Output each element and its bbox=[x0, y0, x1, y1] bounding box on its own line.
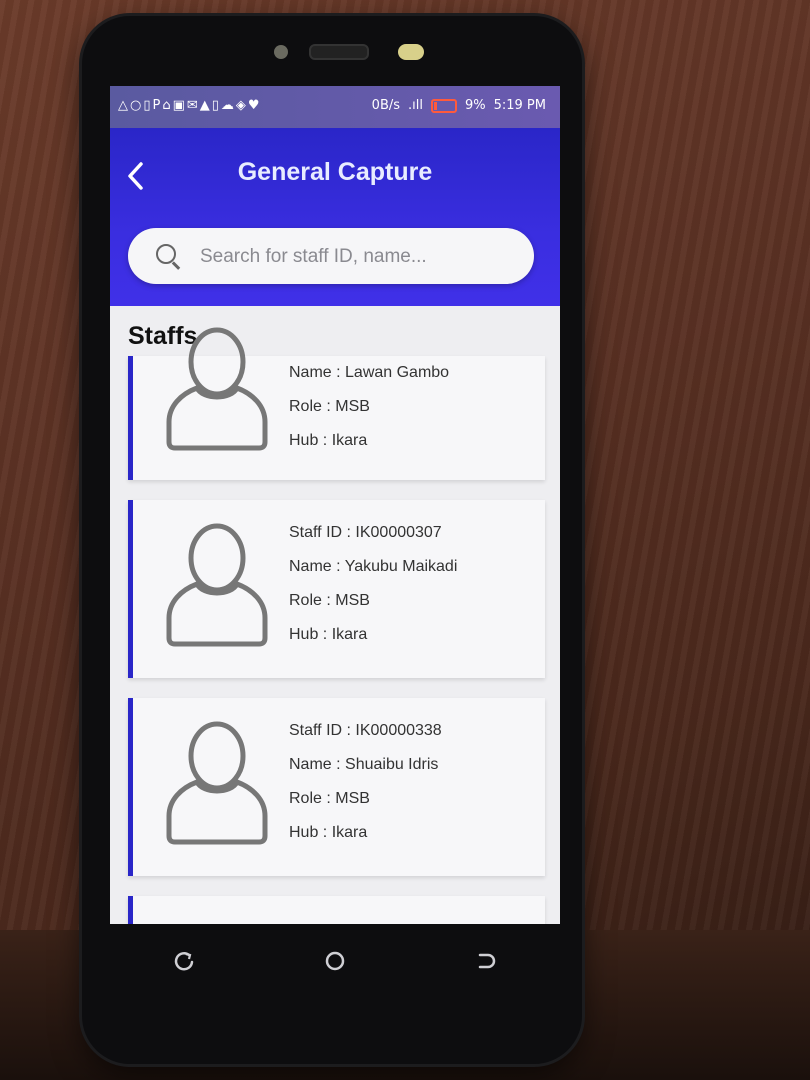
page-title: General Capture bbox=[237, 158, 433, 186]
battery-icon bbox=[430, 98, 457, 113]
recent-apps-icon bbox=[174, 952, 194, 971]
clock: 5:19 PM bbox=[493, 98, 546, 113]
staff-role: Role : MSB bbox=[289, 398, 370, 415]
home-button[interactable] bbox=[315, 941, 355, 981]
staff-name: Name : Shuaibu Idris bbox=[289, 756, 439, 773]
search-input[interactable] bbox=[198, 242, 522, 272]
signal-icon: .ıll bbox=[408, 98, 423, 113]
system-nav-bar bbox=[110, 924, 560, 998]
phone-top-bezel bbox=[82, 16, 582, 86]
battery-level: 9% bbox=[464, 98, 486, 113]
staff-list-area: Staffs Name : Lawan Gambo Role : MSB Hub… bbox=[110, 306, 560, 924]
staff-id: Staff ID : IK00000338 bbox=[289, 722, 442, 739]
staff-card[interactable]: Staff ID : IK00000307 Name : Yakubu Maik… bbox=[128, 500, 545, 678]
staff-hub: Hub : Ikara bbox=[289, 824, 368, 841]
earpiece-speaker bbox=[309, 44, 369, 60]
data-rate: 0B/s bbox=[371, 98, 401, 113]
staff-role: Role : MSB bbox=[289, 592, 370, 609]
staff-name: Name : Lawan Gambo bbox=[289, 364, 450, 381]
avatar-icon bbox=[166, 721, 268, 845]
home-icon bbox=[325, 951, 345, 971]
staff-hub: Hub : Ikara bbox=[289, 626, 368, 643]
staff-info: Staff ID : IK00000338 Name : Shuaibu Idr… bbox=[289, 714, 442, 850]
system-back-button[interactable] bbox=[465, 941, 505, 981]
front-camera-icon bbox=[274, 45, 288, 59]
staff-id: Staff ID : IK00000307 bbox=[289, 524, 442, 541]
staff-role: Role : MSB bbox=[289, 790, 370, 807]
staff-card[interactable]: Name : Lawan Gambo Role : MSB Hub : Ikar… bbox=[128, 327, 545, 480]
search-icon bbox=[156, 244, 176, 264]
avatar-icon bbox=[166, 523, 268, 647]
search-bar[interactable] bbox=[128, 228, 534, 284]
staff-info: Name : Lawan Gambo Role : MSB Hub : Ikar… bbox=[289, 356, 449, 458]
status-right: 0B/s .ıll 9% 5:19 PM bbox=[372, 98, 546, 113]
front-flash-icon bbox=[398, 44, 424, 60]
phone-screen: △○▯P⌂▣✉▲▯☁◈♥ 0B/s .ıll 9% 5:19 PM Genera… bbox=[110, 86, 560, 924]
staff-card[interactable]: Staff ID : IK00000338 Name : Shuaibu Idr… bbox=[128, 698, 545, 876]
staff-name: Name : Yakubu Maikadi bbox=[289, 558, 458, 575]
staff-info: Staff ID : IK00000307 Name : Yakubu Maik… bbox=[289, 516, 457, 652]
status-bar: △○▯P⌂▣✉▲▯☁◈♥ 0B/s .ıll 9% 5:19 PM bbox=[110, 86, 560, 128]
back-icon bbox=[478, 953, 496, 969]
phone-body: △○▯P⌂▣✉▲▯☁◈♥ 0B/s .ıll 9% 5:19 PM Genera… bbox=[82, 16, 582, 1064]
recent-apps-button[interactable] bbox=[165, 941, 205, 981]
app-bar: General Capture bbox=[110, 128, 560, 306]
staff-card[interactable] bbox=[128, 896, 545, 924]
avatar-icon bbox=[166, 327, 268, 451]
staff-hub: Hub : Ikara bbox=[289, 432, 368, 449]
notification-icons: △○▯P⌂▣✉▲▯☁◈♥ bbox=[118, 98, 262, 113]
